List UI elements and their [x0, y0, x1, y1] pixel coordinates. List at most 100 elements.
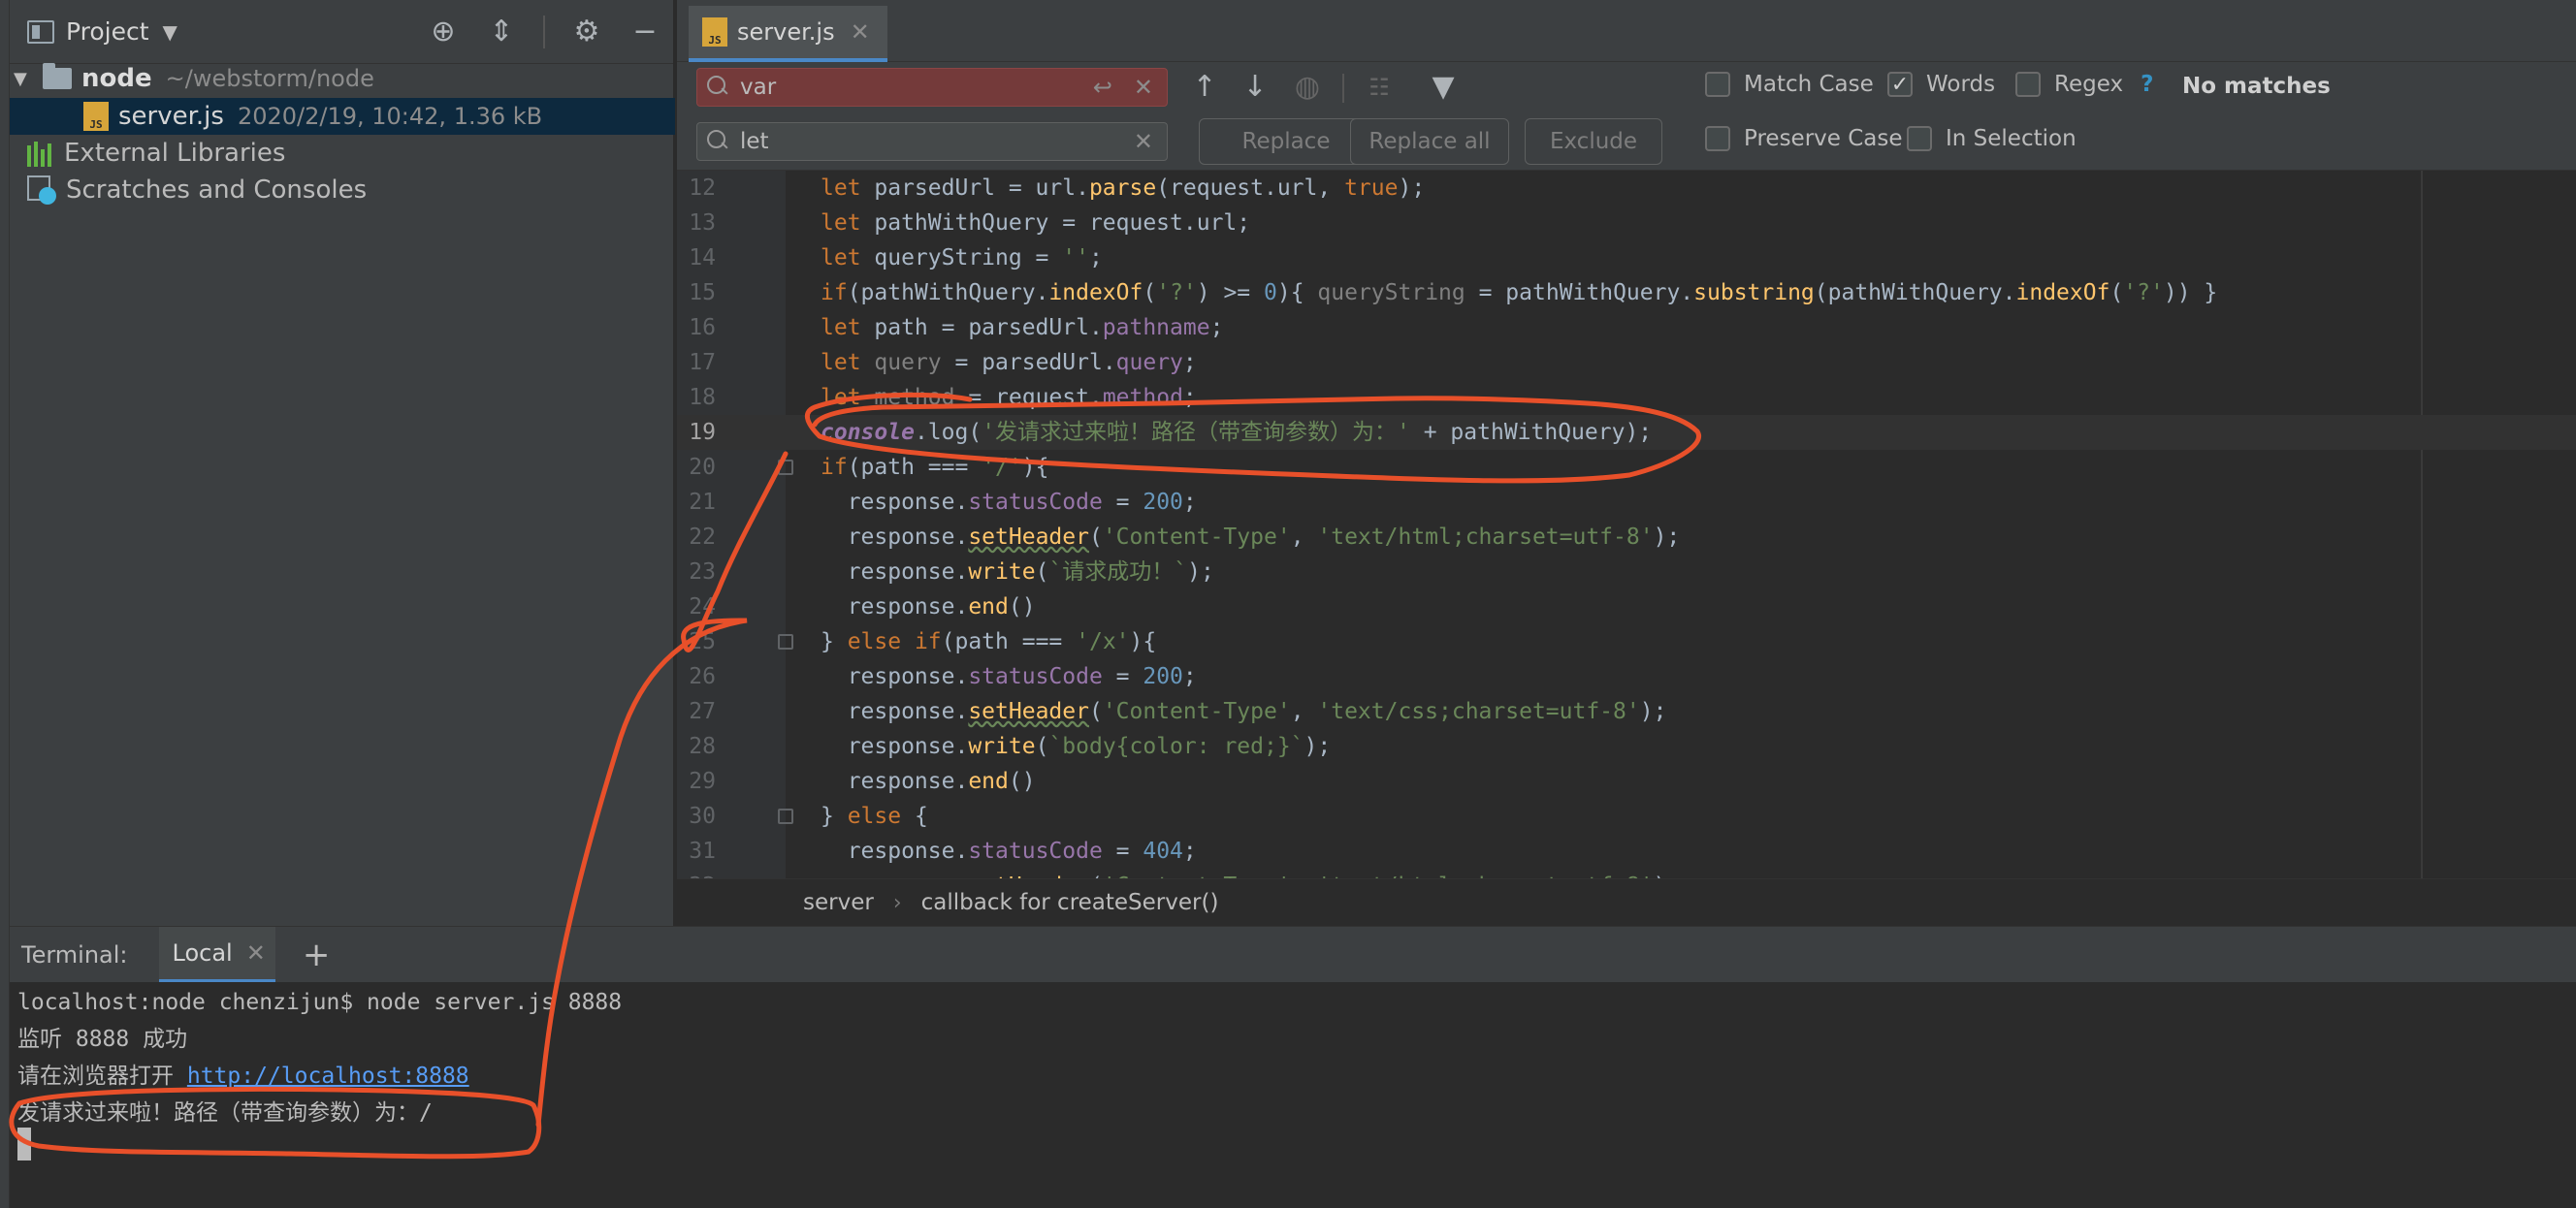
previous-occurrence-icon[interactable]: ↑: [1185, 68, 1224, 107]
code-line[interactable]: 22 response.setHeader('Content-Type', 't…: [677, 520, 2576, 555]
line-number: 24: [689, 594, 716, 620]
folder-icon: [43, 63, 72, 89]
search-input[interactable]: var ↩ ✕: [696, 68, 1168, 107]
editor-tab-bar: JS server.js ✕: [677, 0, 2576, 62]
add-terminal-icon[interactable]: +: [303, 936, 331, 974]
in-selection-label: In Selection: [1946, 126, 2077, 151]
checkbox-box[interactable]: [1705, 126, 1730, 151]
fold-marker-icon[interactable]: [778, 809, 793, 824]
fold-marker-icon[interactable]: [778, 460, 793, 475]
terminal-line: 请在浏览器打开 http://localhost:8888: [17, 1058, 469, 1095]
code-line[interactable]: 20 if(path === '/'){: [677, 450, 2576, 485]
clear-icon[interactable]: ✕: [1134, 74, 1153, 101]
tab-server-js[interactable]: JS server.js ✕: [689, 6, 887, 62]
checkbox-box[interactable]: [1705, 72, 1730, 97]
search-icon[interactable]: [707, 76, 732, 101]
match-filter-icon[interactable]: ☷: [1360, 68, 1399, 107]
terminal-line: localhost:node chenzijun$ node server.js…: [17, 990, 623, 1015]
code-line[interactable]: 27 response.setHeader('Content-Type', 't…: [677, 694, 2576, 729]
code-text: response.setHeader('Content-Type', 'text…: [821, 699, 1667, 724]
in-selection-checkbox[interactable]: In Selection: [1907, 126, 2077, 151]
line-number: 29: [689, 769, 716, 794]
code-line[interactable]: 14 let queryString = '';: [677, 240, 2576, 275]
minimize-icon[interactable]: −: [628, 15, 661, 48]
code-line[interactable]: 29 response.end(): [677, 764, 2576, 799]
code-line[interactable]: 17 let query = parsedUrl.query;: [677, 345, 2576, 380]
code-line[interactable]: 13 let pathWithQuery = request.url;: [677, 206, 2576, 240]
preserve-case-label: Preserve Case: [1744, 126, 1903, 151]
line-number: 25: [689, 629, 716, 654]
search-status: No matches: [2182, 74, 2331, 99]
project-panel: Project ▼ ⊕ ⇕ ⚙ − ▼ node ~/webstorm/node…: [10, 0, 675, 926]
close-icon[interactable]: ✕: [851, 18, 870, 46]
line-number: 12: [689, 175, 716, 201]
project-view-icon: [27, 19, 54, 44]
regex-checkbox[interactable]: Regex ?: [2015, 72, 2153, 97]
replace-all-button[interactable]: Replace all: [1350, 118, 1509, 165]
chevron-right-icon: ›: [892, 890, 902, 915]
checkbox-box[interactable]: [1907, 126, 1932, 151]
terminal-title: Terminal:: [21, 940, 128, 969]
breadcrumb-item[interactable]: server: [803, 890, 874, 915]
fold-marker-icon[interactable]: [778, 634, 793, 650]
code-line[interactable]: 15 if(pathWithQuery.indexOf('?') >= 0){ q…: [677, 275, 2576, 310]
terminal-cursor: [17, 1128, 31, 1160]
code-line[interactable]: 24 response.end(): [677, 589, 2576, 624]
checkbox-box[interactable]: [2015, 72, 2041, 97]
code-text: response.setHeader('Content-Type', 'text…: [821, 869, 1681, 878]
collapse-all-icon[interactable]: ⇕: [485, 15, 518, 48]
clear-icon[interactable]: ✕: [1134, 128, 1153, 155]
preserve-case-checkbox[interactable]: Preserve Case: [1705, 126, 1903, 151]
code-line[interactable]: 16 let path = parsedUrl.pathname;: [677, 310, 2576, 345]
checkmark-icon[interactable]: ✓: [1887, 72, 1913, 97]
tree-item-external-libraries[interactable]: External Libraries: [27, 135, 285, 172]
expand-arrow-icon[interactable]: ▼: [14, 69, 33, 89]
filter-icon[interactable]: ▼: [1424, 68, 1463, 107]
tree-item-scratches[interactable]: Scratches and Consoles: [27, 172, 367, 208]
line-number: 14: [689, 245, 716, 270]
next-occurrence-icon[interactable]: ↓: [1236, 68, 1274, 107]
code-editor[interactable]: 12 let parsedUrl = url.parse(request.url,…: [677, 171, 2576, 878]
code-line[interactable]: 31 response.statusCode = 404;: [677, 834, 2576, 869]
exclude-button[interactable]: Exclude: [1525, 118, 1662, 165]
close-icon[interactable]: ✕: [246, 939, 266, 967]
select-all-occurrences-icon[interactable]: ◍: [1288, 68, 1327, 107]
code-line[interactable]: 12 let parsedUrl = url.parse(request.url,…: [677, 171, 2576, 206]
code-line[interactable]: 30} else {: [677, 799, 2576, 834]
tree-item-server-js[interactable]: JS server.js 2020/2/19, 10:42, 1.36 kB: [10, 98, 675, 135]
code-line[interactable]: 25} else if(path === '/x'){: [677, 624, 2576, 659]
code-line[interactable]: 32 response.setHeader('Content-Type', 't…: [677, 869, 2576, 878]
replace-button[interactable]: Replace: [1199, 118, 1373, 165]
locate-icon[interactable]: ⊕: [427, 15, 460, 48]
tree-item-node[interactable]: ▼ node ~/webstorm/node: [10, 60, 374, 97]
search-icon[interactable]: [707, 130, 732, 155]
terminal-line: 发请求过来啦！路径（带查询参数）为：/: [17, 1100, 433, 1126]
breadcrumb-item[interactable]: callback for createServer(): [921, 890, 1219, 915]
terminal-tab-label: Local: [172, 938, 233, 967]
terminal-url-link[interactable]: http://localhost:8888: [187, 1064, 469, 1089]
project-panel-title[interactable]: Project: [66, 17, 149, 46]
code-text: let query = parsedUrl.query;: [821, 350, 1197, 375]
line-number: 16: [689, 315, 716, 340]
line-number: 15: [689, 280, 716, 305]
code-line[interactable]: 18 let method = request.method;: [677, 380, 2576, 415]
line-number: 22: [689, 525, 716, 550]
line-number: 17: [689, 350, 716, 375]
code-line[interactable]: 23 response.write(`请求成功！`);: [677, 555, 2576, 589]
match-case-checkbox[interactable]: Match Case: [1705, 72, 1874, 97]
gear-icon[interactable]: ⚙: [570, 15, 603, 48]
words-checkbox[interactable]: ✓ Words: [1887, 72, 1995, 97]
regex-help-link[interactable]: ?: [2141, 72, 2153, 97]
terminal-tab-local[interactable]: Local ✕: [158, 926, 275, 983]
code-line[interactable]: 28 response.write(`body{color: red;}`);: [677, 729, 2576, 764]
code-line[interactable]: 26 response.statusCode = 200;: [677, 659, 2576, 694]
tab-label: server.js: [737, 18, 835, 46]
code-line[interactable]: 21 response.statusCode = 200;: [677, 485, 2576, 520]
code-text: let method = request.method;: [821, 385, 1197, 410]
code-line-current[interactable]: 19 console.log('发请求过来啦！路径（带查询参数）为：' + pat…: [677, 415, 2576, 450]
left-tool-strip: [0, 0, 10, 1208]
newline-icon[interactable]: ↩: [1093, 74, 1112, 101]
terminal-output[interactable]: localhost:node chenzijun$ node server.js…: [10, 982, 2576, 1208]
chevron-down-icon[interactable]: ▼: [163, 20, 177, 44]
replace-input[interactable]: let ✕: [696, 122, 1168, 161]
